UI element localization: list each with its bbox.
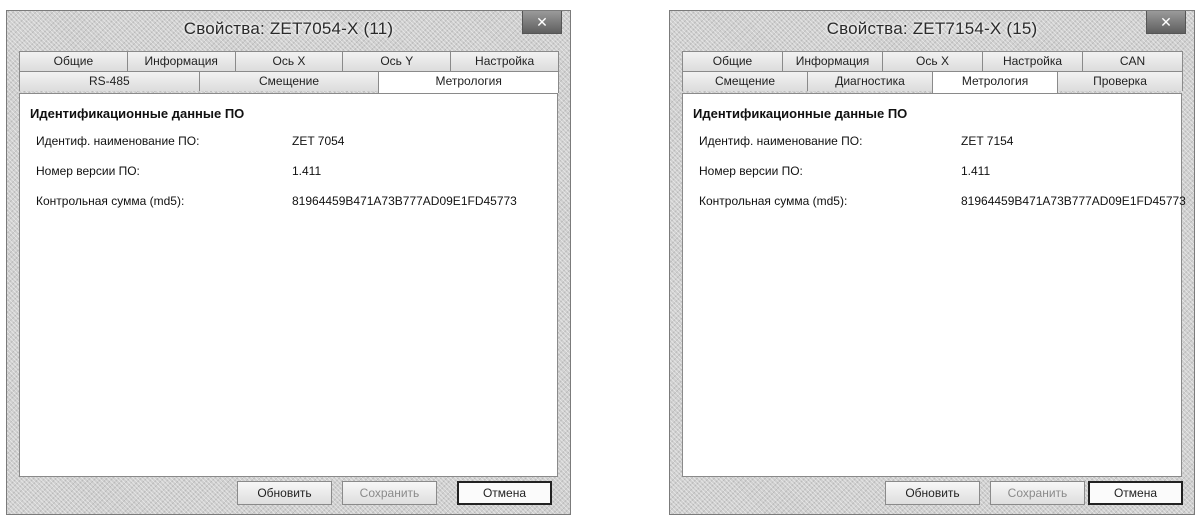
tab-general[interactable]: Общие <box>19 51 128 71</box>
save-button[interactable]: Сохранить <box>342 481 437 505</box>
tab-offset[interactable]: Смещение <box>682 71 808 91</box>
tab-axis-x[interactable]: Ось X <box>234 51 344 71</box>
property-row-checksum: Контрольная сумма (md5): 81964459B471A73… <box>699 194 1186 212</box>
title-bar[interactable]: Свойства: ZET7154-X (15) ✕ <box>670 11 1194 49</box>
close-icon: ✕ <box>536 13 548 30</box>
tab-axis-y[interactable]: Ось Y <box>342 51 452 71</box>
property-value: ZET 7054 <box>292 134 345 148</box>
tab-metrology[interactable]: Метрология <box>378 71 560 93</box>
tab-can[interactable]: CAN <box>1082 51 1183 71</box>
refresh-button[interactable]: Обновить <box>885 481 980 505</box>
property-value: 81964459B471A73B777AD09E1FD45773 <box>292 194 517 208</box>
close-button[interactable]: ✕ <box>1146 11 1186 34</box>
properties-window-zet7054: Свойства: ZET7054-X (11) ✕ Общие Информа… <box>6 10 571 515</box>
tab-strip: Общие Информация Ось X Настройка CAN Сме… <box>682 51 1183 93</box>
property-label: Номер версии ПО: <box>699 164 803 178</box>
tab-row-1: Общие Информация Ось X Настройка CAN <box>682 51 1183 71</box>
tab-information[interactable]: Информация <box>126 51 236 71</box>
tab-strip: Общие Информация Ось X Ось Y Настройка R… <box>19 51 560 93</box>
property-value: 1.411 <box>292 164 322 178</box>
tab-axis-x[interactable]: Ось X <box>882 51 983 71</box>
property-row-version: Номер версии ПО: 1.411 <box>36 164 549 182</box>
property-value: 81964459B471A73B777AD09E1FD45773 <box>961 194 1186 208</box>
tab-settings[interactable]: Настройка <box>982 51 1083 71</box>
window-title: Свойства: ZET7154-X (15) <box>826 19 1038 38</box>
metrology-panel: Идентификационные данные ПО Идентиф. наи… <box>682 93 1186 477</box>
property-value: 1.411 <box>961 164 991 178</box>
cancel-button[interactable]: Отмена <box>1088 481 1183 505</box>
tab-diagnostics[interactable]: Диагностика <box>807 71 933 91</box>
window-title: Свойства: ZET7054-X (11) <box>183 19 394 38</box>
tab-check[interactable]: Проверка <box>1057 71 1183 91</box>
property-label: Идентиф. наименование ПО: <box>699 134 863 148</box>
property-label: Контрольная сумма (md5): <box>699 194 848 208</box>
tab-row-2: Смещение Диагностика Метрология Проверка <box>682 71 1183 93</box>
save-button[interactable]: Сохранить <box>990 481 1085 505</box>
section-title: Идентификационные данные ПО <box>30 106 245 121</box>
property-value: ZET 7154 <box>961 134 1014 148</box>
property-row-version: Номер версии ПО: 1.411 <box>699 164 1173 182</box>
property-label: Идентиф. наименование ПО: <box>36 134 200 148</box>
tab-metrology[interactable]: Метрология <box>932 71 1058 93</box>
close-icon: ✕ <box>1160 13 1172 30</box>
property-row-checksum: Контрольная сумма (md5): 81964459B471A73… <box>36 194 549 212</box>
title-bar[interactable]: Свойства: ZET7054-X (11) ✕ <box>7 11 570 49</box>
tab-row-2: RS-485 Смещение Метрология <box>19 71 560 93</box>
tab-row-1: Общие Информация Ось X Ось Y Настройка <box>19 51 559 71</box>
property-label: Номер версии ПО: <box>36 164 140 178</box>
refresh-button[interactable]: Обновить <box>237 481 332 505</box>
tab-information[interactable]: Информация <box>782 51 883 71</box>
cancel-button[interactable]: Отмена <box>457 481 552 505</box>
property-row-software-name: Идентиф. наименование ПО: ZET 7054 <box>36 134 549 152</box>
tab-offset[interactable]: Смещение <box>198 71 380 91</box>
properties-window-zet7154: Свойства: ZET7154-X (15) ✕ Общие Информа… <box>669 10 1195 515</box>
section-title: Идентификационные данные ПО <box>693 106 908 121</box>
metrology-panel: Идентификационные данные ПО Идентиф. наи… <box>19 93 558 477</box>
tab-rs485[interactable]: RS-485 <box>19 71 200 91</box>
tab-general[interactable]: Общие <box>682 51 783 71</box>
property-label: Контрольная сумма (md5): <box>36 194 185 208</box>
close-button[interactable]: ✕ <box>522 11 562 34</box>
property-row-software-name: Идентиф. наименование ПО: ZET 7154 <box>699 134 1173 152</box>
tab-settings[interactable]: Настройка <box>450 51 559 71</box>
